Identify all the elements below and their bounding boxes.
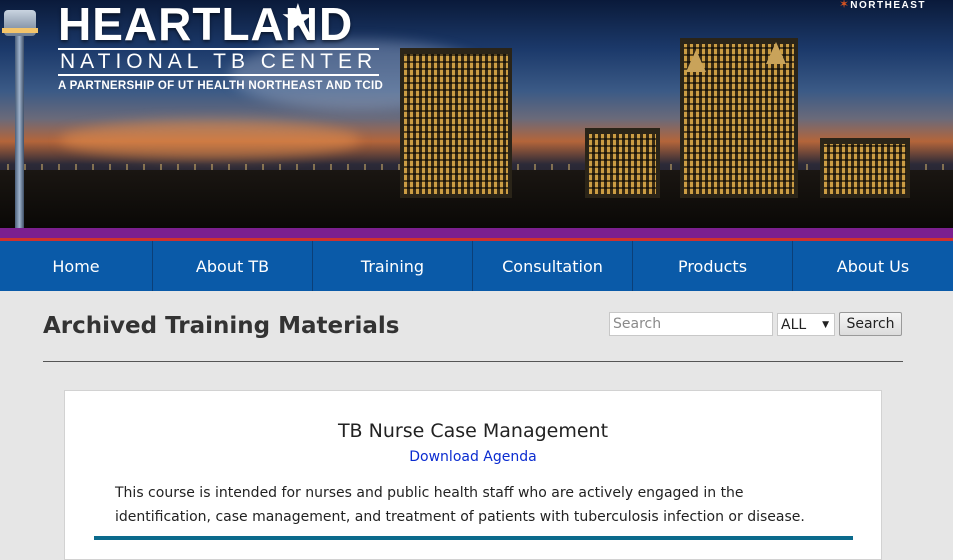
- logo-subtitle: NATIONAL TB CENTER: [58, 48, 380, 76]
- search-input[interactable]: [609, 312, 773, 336]
- search-scope-select[interactable]: ALL ▼: [777, 313, 835, 336]
- tower-illustration: [2, 0, 38, 228]
- nav-item-home[interactable]: Home: [0, 241, 153, 291]
- building-spire: [686, 50, 706, 72]
- building-spire: [766, 42, 786, 64]
- nav-item-consultation[interactable]: Consultation: [473, 241, 633, 291]
- header-banner: HEARTLAND NATIONAL TB CENTER A PARTNERSH…: [0, 0, 953, 228]
- banner-sunset-glow: [60, 120, 360, 160]
- building-illustration: [585, 128, 660, 198]
- nav-item-products[interactable]: Products: [633, 241, 793, 291]
- building-illustration: [400, 48, 512, 198]
- course-description: This course is intended for nurses and p…: [115, 485, 805, 525]
- partner-logo-icon: ✶: [838, 0, 849, 11]
- chevron-down-icon: ▼: [822, 319, 829, 330]
- search-scope-value: ALL: [781, 316, 807, 333]
- page-header: Archived Training Materials ALL ▼ Search: [0, 291, 953, 362]
- logo-title: HEARTLAND: [58, 0, 354, 50]
- logo-tagline: A PARTNERSHIP OF UT HEALTH NORTHEAST AND…: [58, 80, 384, 92]
- main-nav: Home About TB Training Consultation Prod…: [0, 241, 953, 291]
- card-accent-rule: [94, 536, 853, 540]
- course-card: TB Nurse Case Management Download Agenda…: [64, 390, 882, 560]
- banner-stripe-purple: [0, 228, 953, 238]
- nav-item-training[interactable]: Training: [313, 241, 473, 291]
- title-divider: [43, 361, 903, 362]
- search-button[interactable]: Search: [839, 312, 902, 336]
- download-agenda-link[interactable]: Download Agenda: [65, 449, 881, 465]
- course-title: TB Nurse Case Management: [337, 420, 609, 442]
- building-illustration: [820, 138, 910, 198]
- nav-item-about-us[interactable]: About Us: [793, 241, 953, 291]
- star-icon: ★: [280, 0, 316, 42]
- page-title: Archived Training Materials: [43, 313, 400, 339]
- partner-logo-text: NORTHEAST: [850, 0, 926, 11]
- site-logo[interactable]: HEARTLAND NATIONAL TB CENTER A PARTNERSH…: [58, 0, 384, 92]
- nav-item-about-tb[interactable]: About TB: [153, 241, 313, 291]
